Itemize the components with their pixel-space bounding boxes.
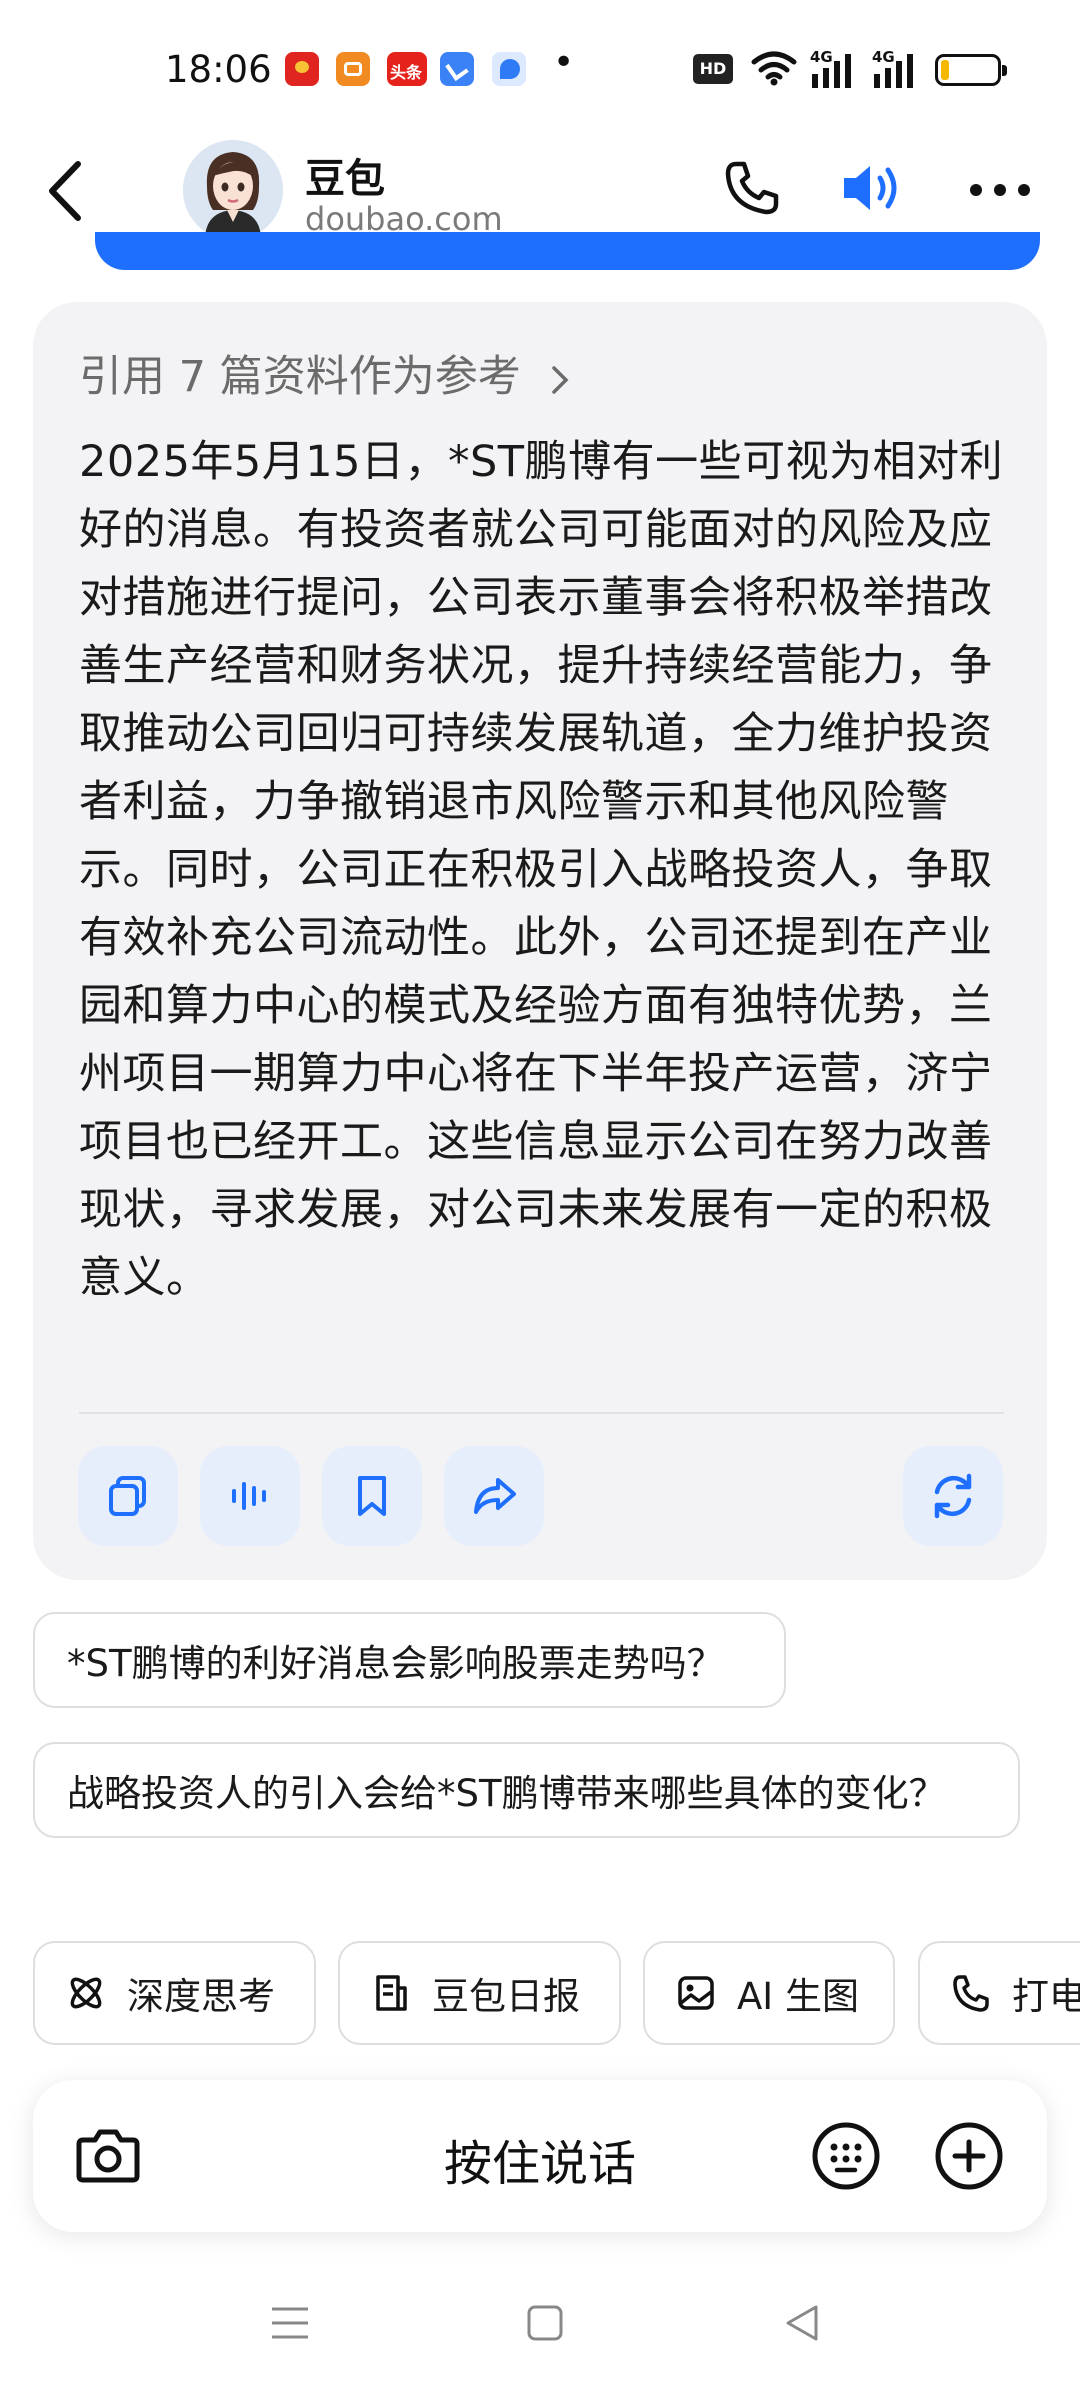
input-bar: 按住说话	[33, 2080, 1047, 2232]
suggestion-text: *ST鹏博的利好消息会影响股票走势吗？	[67, 1642, 724, 1685]
regenerate-button[interactable]	[903, 1446, 1003, 1546]
phone-icon[interactable]	[722, 158, 782, 218]
back-nav-icon[interactable]	[782, 2303, 822, 2343]
read-aloud-button[interactable]	[200, 1446, 300, 1546]
tool-label: AI 生图	[737, 1975, 859, 2018]
signal-2-icon: 4G	[872, 48, 922, 88]
hold-to-talk-button[interactable]: 按住说话	[33, 2124, 1047, 2194]
back-icon[interactable]	[42, 158, 88, 224]
battery-fill	[941, 60, 949, 80]
signal-2-label: 4G	[872, 48, 895, 66]
speaker-icon[interactable]	[838, 158, 908, 218]
toutiao-label: 头条	[390, 63, 423, 82]
reference-link[interactable]: 引用 7 篇资料作为参考	[79, 342, 572, 404]
plus-icon[interactable]	[933, 2120, 1005, 2192]
phone-icon	[953, 1975, 989, 2012]
toutiao-icon: 头条	[387, 52, 427, 86]
hd-label: HD	[699, 59, 727, 78]
answer-text: 2025年5月15日，*ST鹏博有一些可视为相对利好的消息。有投资者就公司可能面…	[79, 437, 1004, 1303]
bookmark-button[interactable]	[322, 1446, 422, 1546]
suggestion-text: 战略投资人的引入会给*ST鹏博带来哪些具体的变化？	[67, 1772, 946, 1815]
notification-dot: •	[553, 42, 575, 83]
sound-wave-icon	[232, 1482, 266, 1510]
bookmark-icon	[358, 1476, 386, 1516]
refresh-icon	[934, 1473, 972, 1519]
battery-icon	[935, 54, 1007, 86]
tool-deep-think[interactable]: 深度思考	[33, 1941, 316, 2045]
more-icon[interactable]	[968, 182, 1032, 198]
blue-app-icon	[440, 52, 474, 86]
image-icon	[678, 1976, 714, 2010]
answer-card: 引用 7 篇资料作为参考 2025年5月15日，*ST鹏博有一些可视为相对利好的…	[33, 302, 1047, 1580]
emoji-keyboard-icon[interactable]	[810, 2120, 882, 2192]
status-bar: 18:06 头条 • HD 4G 4G	[0, 0, 1080, 140]
tool-label: 豆包日报	[432, 1975, 580, 2018]
copy-button[interactable]	[78, 1446, 178, 1546]
wifi-icon	[751, 51, 797, 86]
atom-icon	[70, 1977, 102, 2009]
red-envelope-icon	[285, 52, 319, 86]
signal-1-label: 4G	[810, 48, 833, 66]
tool-ai-image[interactable]: AI 生图	[643, 1941, 895, 2045]
copy-icon	[109, 1476, 146, 1516]
document-icon	[376, 1975, 407, 2011]
tool-phone-call[interactable]: 打电	[918, 1941, 1080, 2045]
tool-label: 深度思考	[127, 1975, 275, 2018]
tool-daily-report[interactable]: 豆包日报	[338, 1941, 621, 2045]
share-icon	[474, 1478, 516, 1514]
avatar[interactable]	[183, 140, 283, 240]
home-nav-icon[interactable]	[525, 2303, 565, 2343]
hd-icon: HD	[693, 54, 733, 84]
orange-app-icon	[336, 52, 370, 86]
menu-nav-icon[interactable]	[268, 2303, 312, 2343]
suggestion-chip[interactable]: 战略投资人的引入会给*ST鹏博带来哪些具体的变化？	[33, 1742, 1020, 1838]
chat-title: 豆包	[305, 156, 385, 202]
light-blue-app-icon	[492, 52, 526, 86]
reference-text: 引用 7 篇资料作为参考	[79, 352, 521, 402]
share-button[interactable]	[444, 1446, 544, 1546]
chevron-right-icon	[552, 365, 569, 394]
previous-message-bubble	[95, 232, 1040, 270]
status-time: 18:06	[165, 48, 272, 91]
signal-1-icon: 4G	[810, 48, 860, 88]
hold-to-talk-label: 按住说话	[443, 2136, 636, 2192]
divider	[79, 1412, 1004, 1414]
suggestion-chip[interactable]: *ST鹏博的利好消息会影响股票走势吗？	[33, 1612, 786, 1708]
tool-label: 打电	[1012, 1975, 1080, 2018]
